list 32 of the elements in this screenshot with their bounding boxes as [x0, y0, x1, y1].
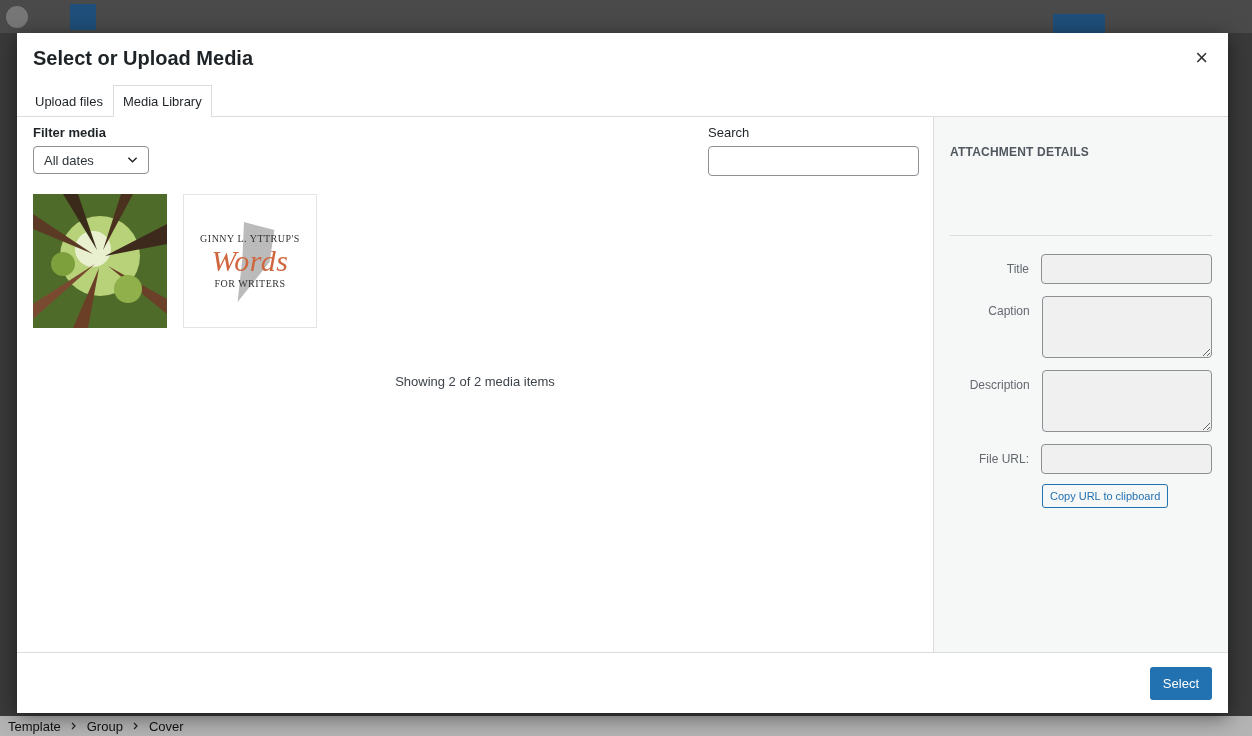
- breadcrumb-link[interactable]: Cover: [148, 718, 184, 734]
- chevron-icon: [132, 722, 139, 730]
- search-field[interactable]: [708, 146, 919, 176]
- date-dropdown[interactable]: All dates: [33, 146, 149, 174]
- logo-text: GINNY L. YTTRUP'S: [200, 233, 300, 244]
- media-count: Showing 2 of 2 media items: [394, 374, 556, 389]
- field-label: Title: [1005, 261, 1029, 276]
- field-label: Description: [968, 377, 1030, 392]
- field-label: File URL:: [978, 451, 1029, 466]
- filter-label: Filter media: [33, 125, 107, 140]
- tab[interactable]: Upload files: [25, 85, 113, 117]
- search-label: Search: [708, 125, 751, 140]
- close-button[interactable]: ×: [1191, 45, 1212, 71]
- chevron-icon: [70, 722, 77, 730]
- input-field[interactable]: [1041, 444, 1212, 474]
- details-heading: ATTACHMENT DETAILS: [950, 145, 1090, 159]
- breadcrumb-link[interactable]: Group: [86, 718, 123, 734]
- modal-title: Select or Upload Media: [33, 46, 254, 70]
- caret-icon: [127, 156, 138, 164]
- tab[interactable]: Media Library: [112, 85, 212, 117]
- logo-icon[interactable]: [6, 5, 28, 28]
- save-button[interactable]: [1053, 14, 1105, 36]
- logo-text: FOR WRITERS: [214, 278, 286, 289]
- text-area[interactable]: [1041, 370, 1212, 432]
- logo-thumbnail[interactable]: GINNY L. YTTRUP'S Words FOR WRITERS: [183, 194, 317, 328]
- select-button[interactable]: Select: [1149, 666, 1212, 700]
- input-field[interactable]: [1041, 254, 1212, 284]
- text-area[interactable]: [1041, 296, 1212, 358]
- breadcrumb-link[interactable]: Template: [8, 718, 61, 734]
- copy-url-button[interactable]: Copy URL to clipboard: [1042, 484, 1169, 508]
- logo-text: Words: [211, 246, 289, 276]
- field-label: Caption: [987, 303, 1030, 318]
